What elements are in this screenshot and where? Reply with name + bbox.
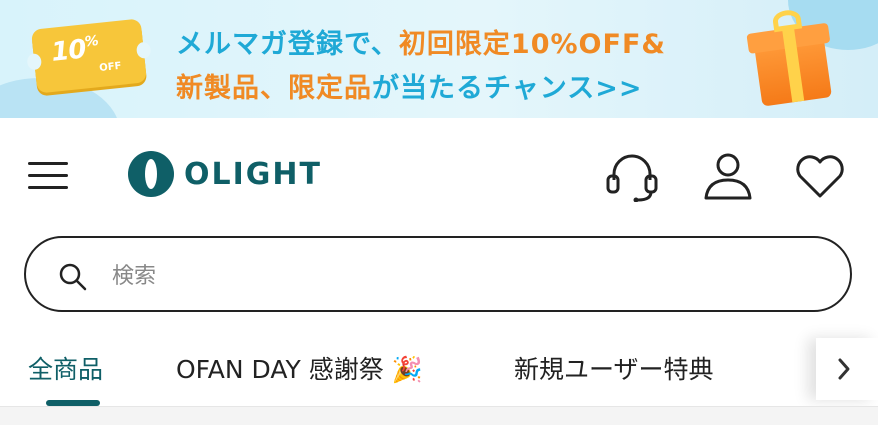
tab-all-products[interactable]: 全商品 bbox=[28, 350, 103, 386]
headset-icon[interactable] bbox=[604, 150, 660, 202]
olight-logo-mark bbox=[128, 151, 174, 197]
tabs-scroll-right-button[interactable] bbox=[816, 338, 878, 400]
search-input[interactable] bbox=[110, 256, 814, 296]
banner-headline-1: メルマガ登録で、初回限定10%OFF& bbox=[176, 29, 666, 60]
logo-text: OLIGHT bbox=[184, 156, 322, 192]
tab-new-user-benefits[interactable]: 新規ユーザー特典 bbox=[514, 350, 714, 386]
hamburger-menu-icon[interactable] bbox=[28, 158, 68, 192]
promo-banner[interactable]: 10% OFF メルマガ登録で、初回限定10%OFF& 新製品、限定品が当たるチ… bbox=[0, 0, 878, 118]
coupon-icon: 10% OFF bbox=[30, 18, 148, 94]
heart-icon[interactable] bbox=[792, 150, 848, 202]
search-icon bbox=[59, 263, 87, 291]
category-tabs: 全商品 OFAN DAY 感謝祭 🎉 新規ユーザー特典 bbox=[0, 336, 878, 406]
banner-headline-2: 新製品、限定品が当たるチャンス>> bbox=[176, 73, 643, 104]
chevron-right-icon bbox=[838, 358, 850, 380]
olight-logo[interactable]: OLIGHT bbox=[128, 150, 322, 198]
gift-box-icon bbox=[746, 8, 832, 107]
coupon-off-label: OFF bbox=[98, 60, 122, 74]
coupon-percent: 10% bbox=[49, 33, 99, 68]
search-bar[interactable] bbox=[24, 236, 852, 312]
user-icon[interactable] bbox=[700, 150, 756, 202]
tab-ofan-day[interactable]: OFAN DAY 感謝祭 🎉 bbox=[176, 350, 423, 386]
content-divider bbox=[0, 406, 878, 425]
